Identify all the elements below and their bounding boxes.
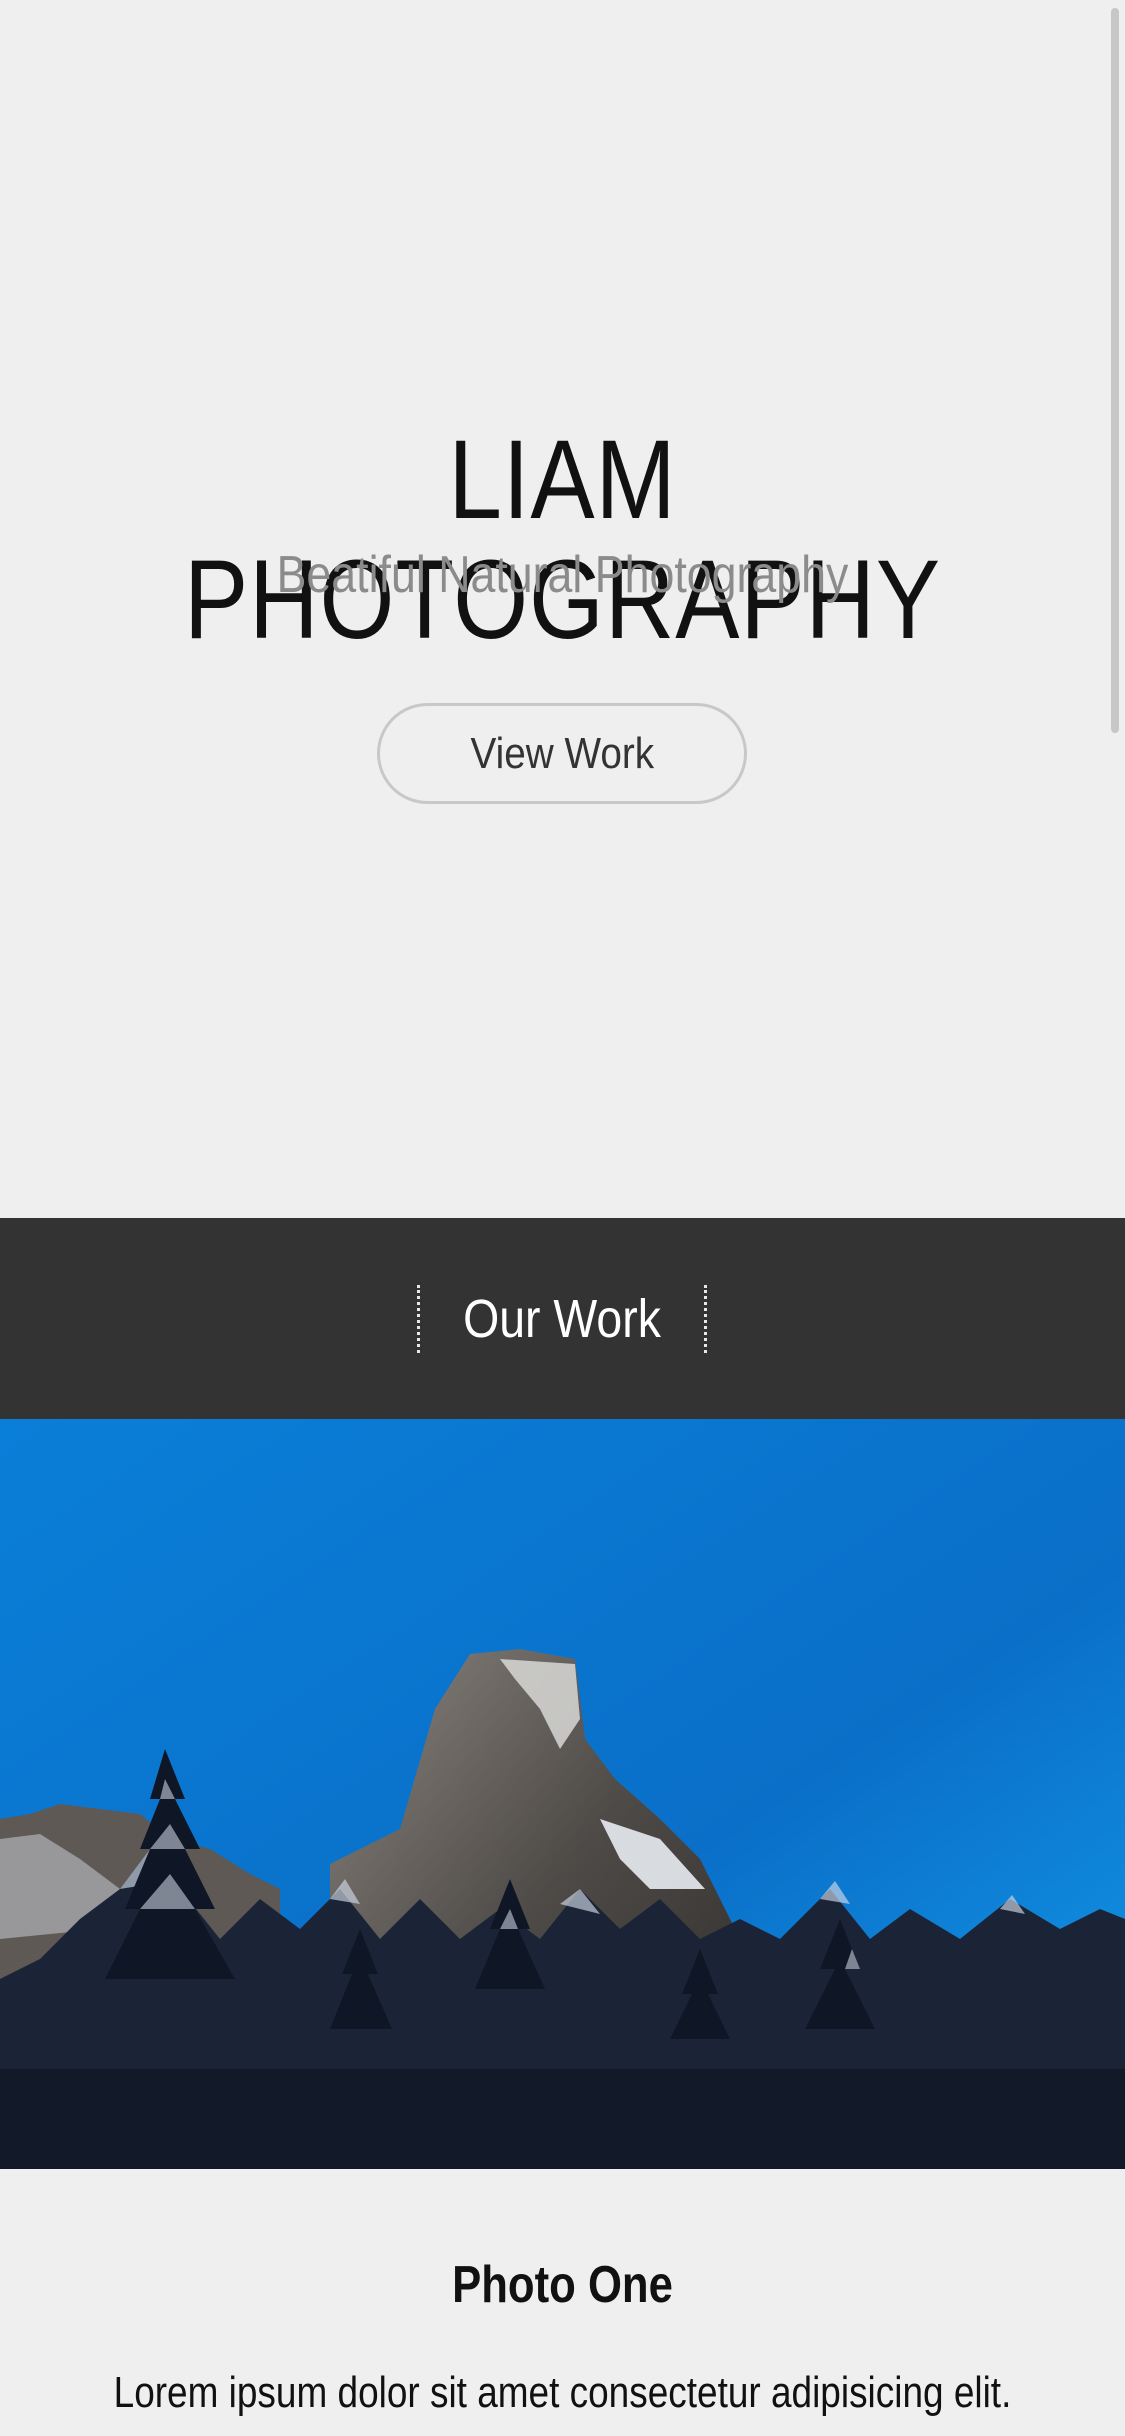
hero-section: LIAM PHOTOGRAPHY Beatiful Natural Photog… bbox=[0, 0, 1125, 1218]
page-subtitle: Beatiful Natural Photography bbox=[276, 546, 849, 604]
mountain-photo bbox=[0, 1419, 1125, 2169]
view-work-label: View Work bbox=[470, 728, 654, 778]
section-heading-frame: Our Work bbox=[417, 1285, 707, 1353]
page-title: LIAM PHOTOGRAPHY bbox=[184, 417, 941, 662]
scrollbar-thumb[interactable] bbox=[1111, 8, 1119, 733]
photo-description: Lorem ipsum dolor sit amet consectetur a… bbox=[113, 2368, 1012, 2417]
mountain-photo-image bbox=[0, 1419, 1125, 2169]
scrollbar-track[interactable] bbox=[1109, 0, 1125, 2436]
section-title: Our Work bbox=[463, 1289, 661, 1349]
view-work-button[interactable]: View Work bbox=[377, 703, 747, 804]
photo-title: Photo One bbox=[452, 2256, 673, 2314]
our-work-band: Our Work bbox=[0, 1218, 1125, 1419]
